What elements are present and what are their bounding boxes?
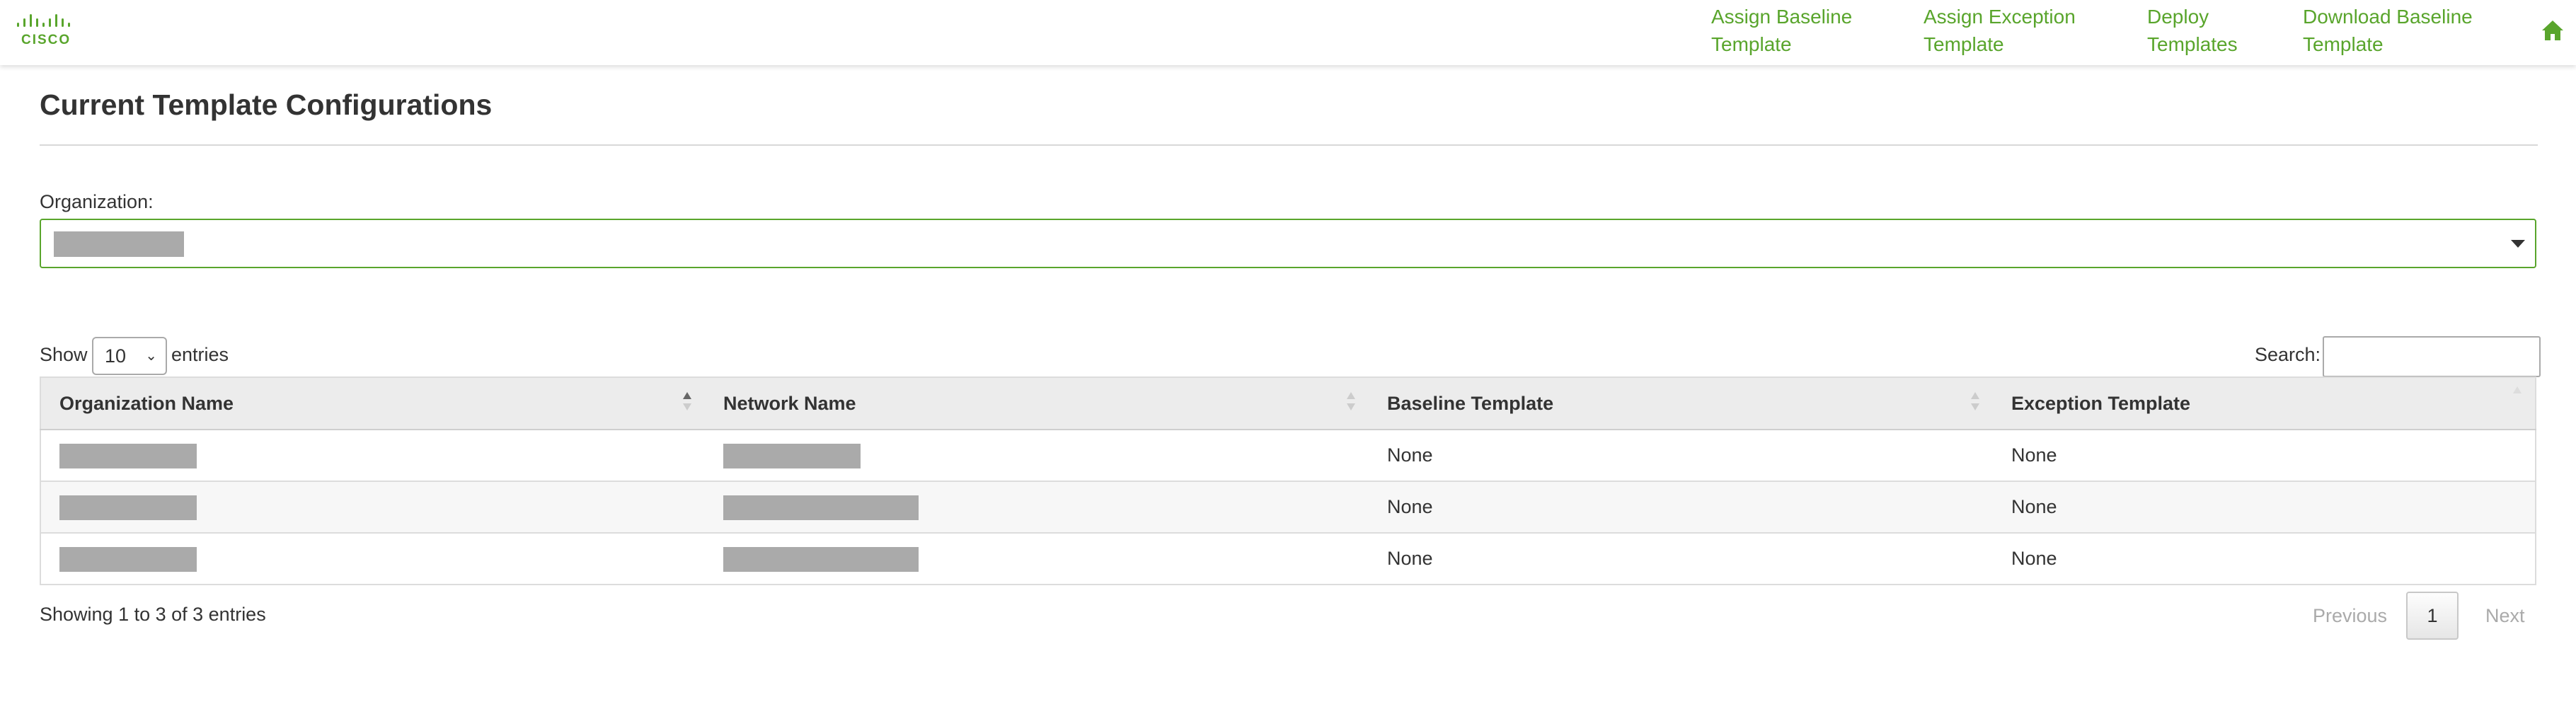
cell-network-name — [705, 533, 1369, 585]
cell-network-name — [705, 430, 1369, 482]
nav-assign-exception-template[interactable]: Assign Exception Template — [1924, 3, 2076, 58]
page-length-select[interactable]: 10 ⌄ — [92, 337, 167, 375]
pagination-next-button[interactable]: Next — [2485, 605, 2525, 627]
column-header-organization-name[interactable]: Organization Name — [40, 376, 705, 430]
cell-baseline-template: None — [1369, 481, 1993, 534]
table-header-row: Organization Name Network Name Baseline … — [40, 376, 2536, 430]
cell-organization-name — [40, 430, 705, 482]
redacted-text — [59, 495, 197, 520]
column-header-label: Baseline Template — [1387, 392, 1554, 414]
sort-ascending-icon — [683, 392, 691, 410]
search-input[interactable] — [2323, 336, 2541, 377]
logo-wordmark: CISCO — [21, 33, 71, 47]
title-divider — [40, 144, 2538, 146]
column-header-baseline-template[interactable]: Baseline Template — [1369, 376, 1993, 430]
page-title: Current Template Configurations — [40, 88, 493, 121]
cisco-bars-icon — [17, 14, 70, 27]
chevron-down-icon — [2511, 240, 2525, 248]
redacted-text — [723, 547, 919, 572]
cisco-logo[interactable]: CISCO — [17, 13, 74, 50]
page-length-value: 10 — [105, 345, 127, 367]
table-row[interactable]: None None — [40, 430, 2536, 482]
pagination-previous-button[interactable]: Previous — [2313, 605, 2387, 627]
chevron-down-icon: ⌄ — [145, 348, 157, 364]
redacted-text — [59, 444, 197, 468]
redacted-text — [59, 547, 197, 572]
sort-icon — [1971, 392, 1979, 410]
cell-baseline-template: None — [1369, 430, 1993, 482]
show-label: Show — [40, 344, 88, 365]
cell-organization-name — [40, 533, 705, 585]
nav-label-line1: Assign Exception — [1924, 6, 2076, 28]
table-row[interactable]: None None — [40, 533, 2536, 585]
nav-label-line1: Deploy — [2147, 6, 2209, 28]
nav-download-baseline-template[interactable]: Download Baseline Template — [2303, 3, 2473, 58]
sort-icon — [1347, 392, 1355, 410]
nav-label-line2: Template — [1924, 33, 2004, 55]
entries-label: entries — [171, 344, 229, 365]
organization-label: Organization: — [40, 191, 154, 212]
column-header-label: Network Name — [723, 392, 856, 414]
nav-label-line2: Template — [2303, 33, 2384, 55]
cell-organization-name — [40, 481, 705, 534]
redacted-organization-value — [54, 231, 184, 257]
nav-deploy-templates[interactable]: Deploy Templates — [2147, 3, 2238, 58]
nav-label-line2: Template — [1711, 33, 1792, 55]
column-header-network-name[interactable]: Network Name — [705, 376, 1369, 430]
table-info: Showing 1 to 3 of 3 entries — [40, 604, 266, 625]
home-icon[interactable] — [2541, 18, 2565, 42]
column-header-exception-template[interactable]: Exception Template — [1993, 376, 2536, 430]
cell-network-name — [705, 481, 1369, 534]
cell-baseline-template: None — [1369, 533, 1993, 585]
redacted-text — [723, 444, 861, 468]
nav-label-line1: Download Baseline — [2303, 6, 2473, 28]
nav-label-line1: Assign Baseline — [1711, 6, 1853, 28]
top-navbar: CISCO Assign Baseline Template Assign Ex… — [0, 0, 2576, 65]
organization-select[interactable] — [40, 219, 2536, 268]
cell-exception-template: None — [1993, 430, 2536, 482]
sort-icon — [2513, 386, 2522, 393]
nav-label-line2: Templates — [2147, 33, 2238, 55]
cell-exception-template: None — [1993, 481, 2536, 534]
search-label: Search: — [2255, 344, 2321, 365]
cell-exception-template: None — [1993, 533, 2536, 585]
column-header-label: Exception Template — [2011, 392, 2191, 414]
column-header-label: Organization Name — [59, 392, 234, 414]
nav-assign-baseline-template[interactable]: Assign Baseline Template — [1711, 3, 1852, 58]
table-row[interactable]: None None — [40, 481, 2536, 534]
template-configurations-table: Organization Name Network Name Baseline … — [40, 376, 2536, 585]
pagination-page-button[interactable]: 1 — [2406, 592, 2459, 640]
redacted-text — [723, 495, 919, 520]
